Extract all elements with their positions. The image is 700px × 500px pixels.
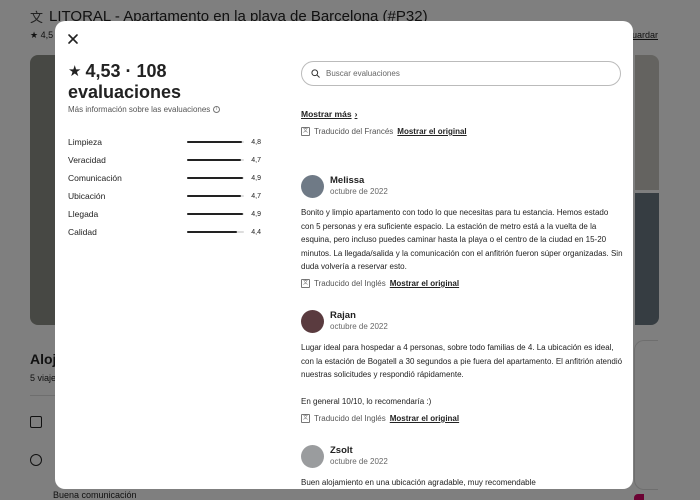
category-bar bbox=[187, 141, 244, 143]
review-date: octubre de 2022 bbox=[330, 457, 388, 466]
translate-icon: 文 bbox=[301, 127, 310, 136]
category-bar bbox=[187, 159, 244, 161]
chevron-right-icon: › bbox=[354, 109, 358, 119]
category-name: Ubicación bbox=[68, 191, 106, 201]
category-bar-fill bbox=[187, 141, 242, 143]
review-item: Melissa octubre de 2022 Bonito y limpio ap… bbox=[301, 174, 623, 288]
category-row: Ubicación 4,7 bbox=[68, 187, 261, 205]
category-row: Comunicación 4,9 bbox=[68, 169, 261, 187]
category-value: 4,8 bbox=[251, 138, 261, 146]
review-item: Rajan octubre de 2022 Lugar ideal para hos… bbox=[301, 309, 623, 423]
category-value: 4,7 bbox=[251, 156, 261, 164]
category-row: Llegada 4,9 bbox=[68, 205, 261, 223]
review-date: octubre de 2022 bbox=[330, 322, 388, 331]
search-icon bbox=[311, 69, 320, 78]
reviewer-name: Zsolt bbox=[330, 445, 353, 456]
reviewer-name: Melissa bbox=[330, 175, 365, 186]
category-bar-fill bbox=[187, 231, 238, 233]
show-original-link[interactable]: Mostrar el original bbox=[397, 127, 466, 136]
rating-summary: ★ 4,53 · 108 evaluaciones Más informació… bbox=[68, 61, 260, 114]
review-item: Zsolt octubre de 2022 Buen alojamiento en … bbox=[301, 444, 623, 489]
category-value: 4,9 bbox=[251, 210, 261, 218]
overall-score: ★ 4,53 · 108 bbox=[68, 61, 167, 81]
translate-icon: 文 bbox=[301, 413, 310, 423]
translation-note: 文 Traducido del Francés Mostrar el origi… bbox=[301, 127, 467, 136]
category-bar bbox=[187, 177, 244, 179]
category-value: 4,4 bbox=[251, 228, 261, 236]
review-text: Bonito y limpio apartamento con todo lo … bbox=[301, 208, 623, 272]
show-original-link[interactable]: Mostrar el original bbox=[390, 414, 459, 423]
translation-note: 文 Traducido del Inglés Mostrar el original bbox=[301, 278, 460, 288]
category-bar-fill bbox=[187, 213, 243, 215]
reviews-label: evaluaciones bbox=[68, 82, 182, 102]
avatar[interactable] bbox=[301, 174, 324, 198]
category-name: Calidad bbox=[68, 227, 97, 237]
show-original-link[interactable]: Mostrar el original bbox=[390, 279, 459, 288]
category-bar-fill bbox=[187, 177, 243, 179]
category-value: 4,7 bbox=[251, 192, 261, 200]
review-header: Zsolt octubre de 2022 bbox=[301, 444, 623, 468]
category-row: Calidad 4,4 bbox=[68, 223, 261, 241]
category-name: Limpieza bbox=[68, 137, 103, 147]
info-icon: i bbox=[213, 106, 221, 113]
review-text: Buen alojamiento en una ubicación agrada… bbox=[301, 478, 536, 487]
category-row: Limpieza 4,8 bbox=[68, 133, 261, 151]
search-box[interactable] bbox=[301, 61, 621, 86]
translation-note: 文 Traducido del Inglés Mostrar el original bbox=[301, 413, 460, 423]
category-name: Llegada bbox=[68, 209, 99, 219]
avatar[interactable] bbox=[301, 309, 324, 333]
search-input[interactable] bbox=[326, 69, 606, 78]
close-button[interactable] bbox=[66, 32, 80, 46]
category-bar-fill bbox=[187, 159, 241, 161]
category-bar bbox=[187, 195, 244, 197]
category-name: Veracidad bbox=[68, 155, 106, 165]
reviewer-name: Rajan bbox=[330, 310, 356, 321]
review-text: Lugar ideal para hospedar a 4 personas, … bbox=[301, 343, 623, 407]
more-info-link[interactable]: Más información sobre las evaluaciones i bbox=[68, 105, 260, 114]
show-more-link[interactable]: Mostrar más › bbox=[301, 109, 357, 119]
avatar[interactable] bbox=[301, 444, 324, 468]
review-header: Melissa octubre de 2022 bbox=[301, 174, 623, 198]
category-row: Veracidad 4,7 bbox=[68, 151, 261, 169]
translate-icon: 文 bbox=[301, 278, 310, 288]
close-icon bbox=[68, 34, 78, 44]
review-date: octubre de 2022 bbox=[330, 187, 388, 196]
category-bar bbox=[187, 213, 244, 215]
reviews-modal: ★ 4,53 · 108 evaluaciones Más informació… bbox=[55, 21, 633, 489]
category-name: Comunicación bbox=[68, 173, 122, 183]
category-value: 4,9 bbox=[251, 174, 261, 182]
category-bar-fill bbox=[187, 195, 241, 197]
star-icon: ★ bbox=[68, 63, 82, 80]
category-ratings: Limpieza 4,8 Veracidad 4,7 Comunicación 4,9 Ub… bbox=[68, 133, 261, 241]
review-header: Rajan octubre de 2022 bbox=[301, 309, 623, 333]
category-bar bbox=[187, 231, 244, 233]
